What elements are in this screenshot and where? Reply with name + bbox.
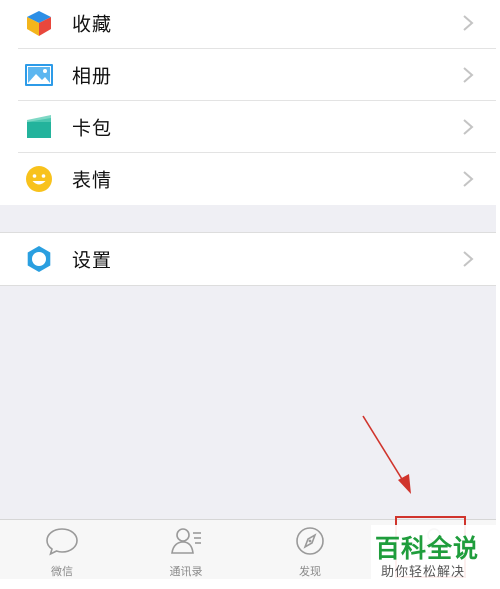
menu-item-label: 卡包 [72, 117, 113, 140]
tab-label: 微信 [51, 565, 73, 578]
tab-label: 发现 [299, 565, 321, 578]
menu-item-album[interactable]: 相册 [0, 49, 496, 101]
settings-gear-icon [24, 244, 54, 274]
chat-bubble-icon [46, 528, 78, 556]
menu-item-stickers[interactable]: 表情 [0, 153, 496, 205]
chevron-right-icon [463, 119, 474, 135]
tab-contacts[interactable]: 通讯录 [124, 520, 248, 579]
album-photo-icon [24, 60, 54, 90]
chevron-right-icon [463, 67, 474, 83]
compass-icon [296, 527, 324, 555]
menu-item-settings[interactable]: 设置 [0, 233, 496, 285]
tab-discover[interactable]: 发现 [248, 520, 372, 579]
menu-item-label: 收藏 [72, 13, 113, 36]
favorites-cube-icon [24, 8, 54, 38]
me-page-screen: 收藏 相册 卡包 表情 设置 微信 通讯录 发现 [0, 0, 496, 579]
menu-item-favorites[interactable]: 收藏 [0, 0, 496, 49]
sticker-smiley-icon [24, 164, 54, 194]
chevron-right-icon [463, 15, 474, 31]
watermark-title: 百科全说 [375, 534, 480, 563]
menu-item-label: 表情 [72, 169, 113, 192]
menu-group-settings: 设置 [0, 232, 496, 286]
menu-item-card-wallet[interactable]: 卡包 [0, 101, 496, 153]
watermark: 百科全说 助你轻松解决 [371, 525, 499, 583]
menu-item-label: 设置 [72, 249, 113, 272]
tab-chats[interactable]: 微信 [0, 520, 124, 579]
chevron-right-icon [463, 171, 474, 187]
chevron-right-icon [463, 251, 474, 267]
menu-item-label: 相册 [72, 65, 113, 88]
card-wallet-icon [24, 112, 54, 142]
watermark-subtitle: 助你轻松解决 [381, 565, 466, 580]
contacts-icon [171, 528, 201, 554]
tab-label: 通讯录 [169, 565, 203, 578]
menu-group-main: 收藏 相册 卡包 表情 [0, 0, 496, 205]
